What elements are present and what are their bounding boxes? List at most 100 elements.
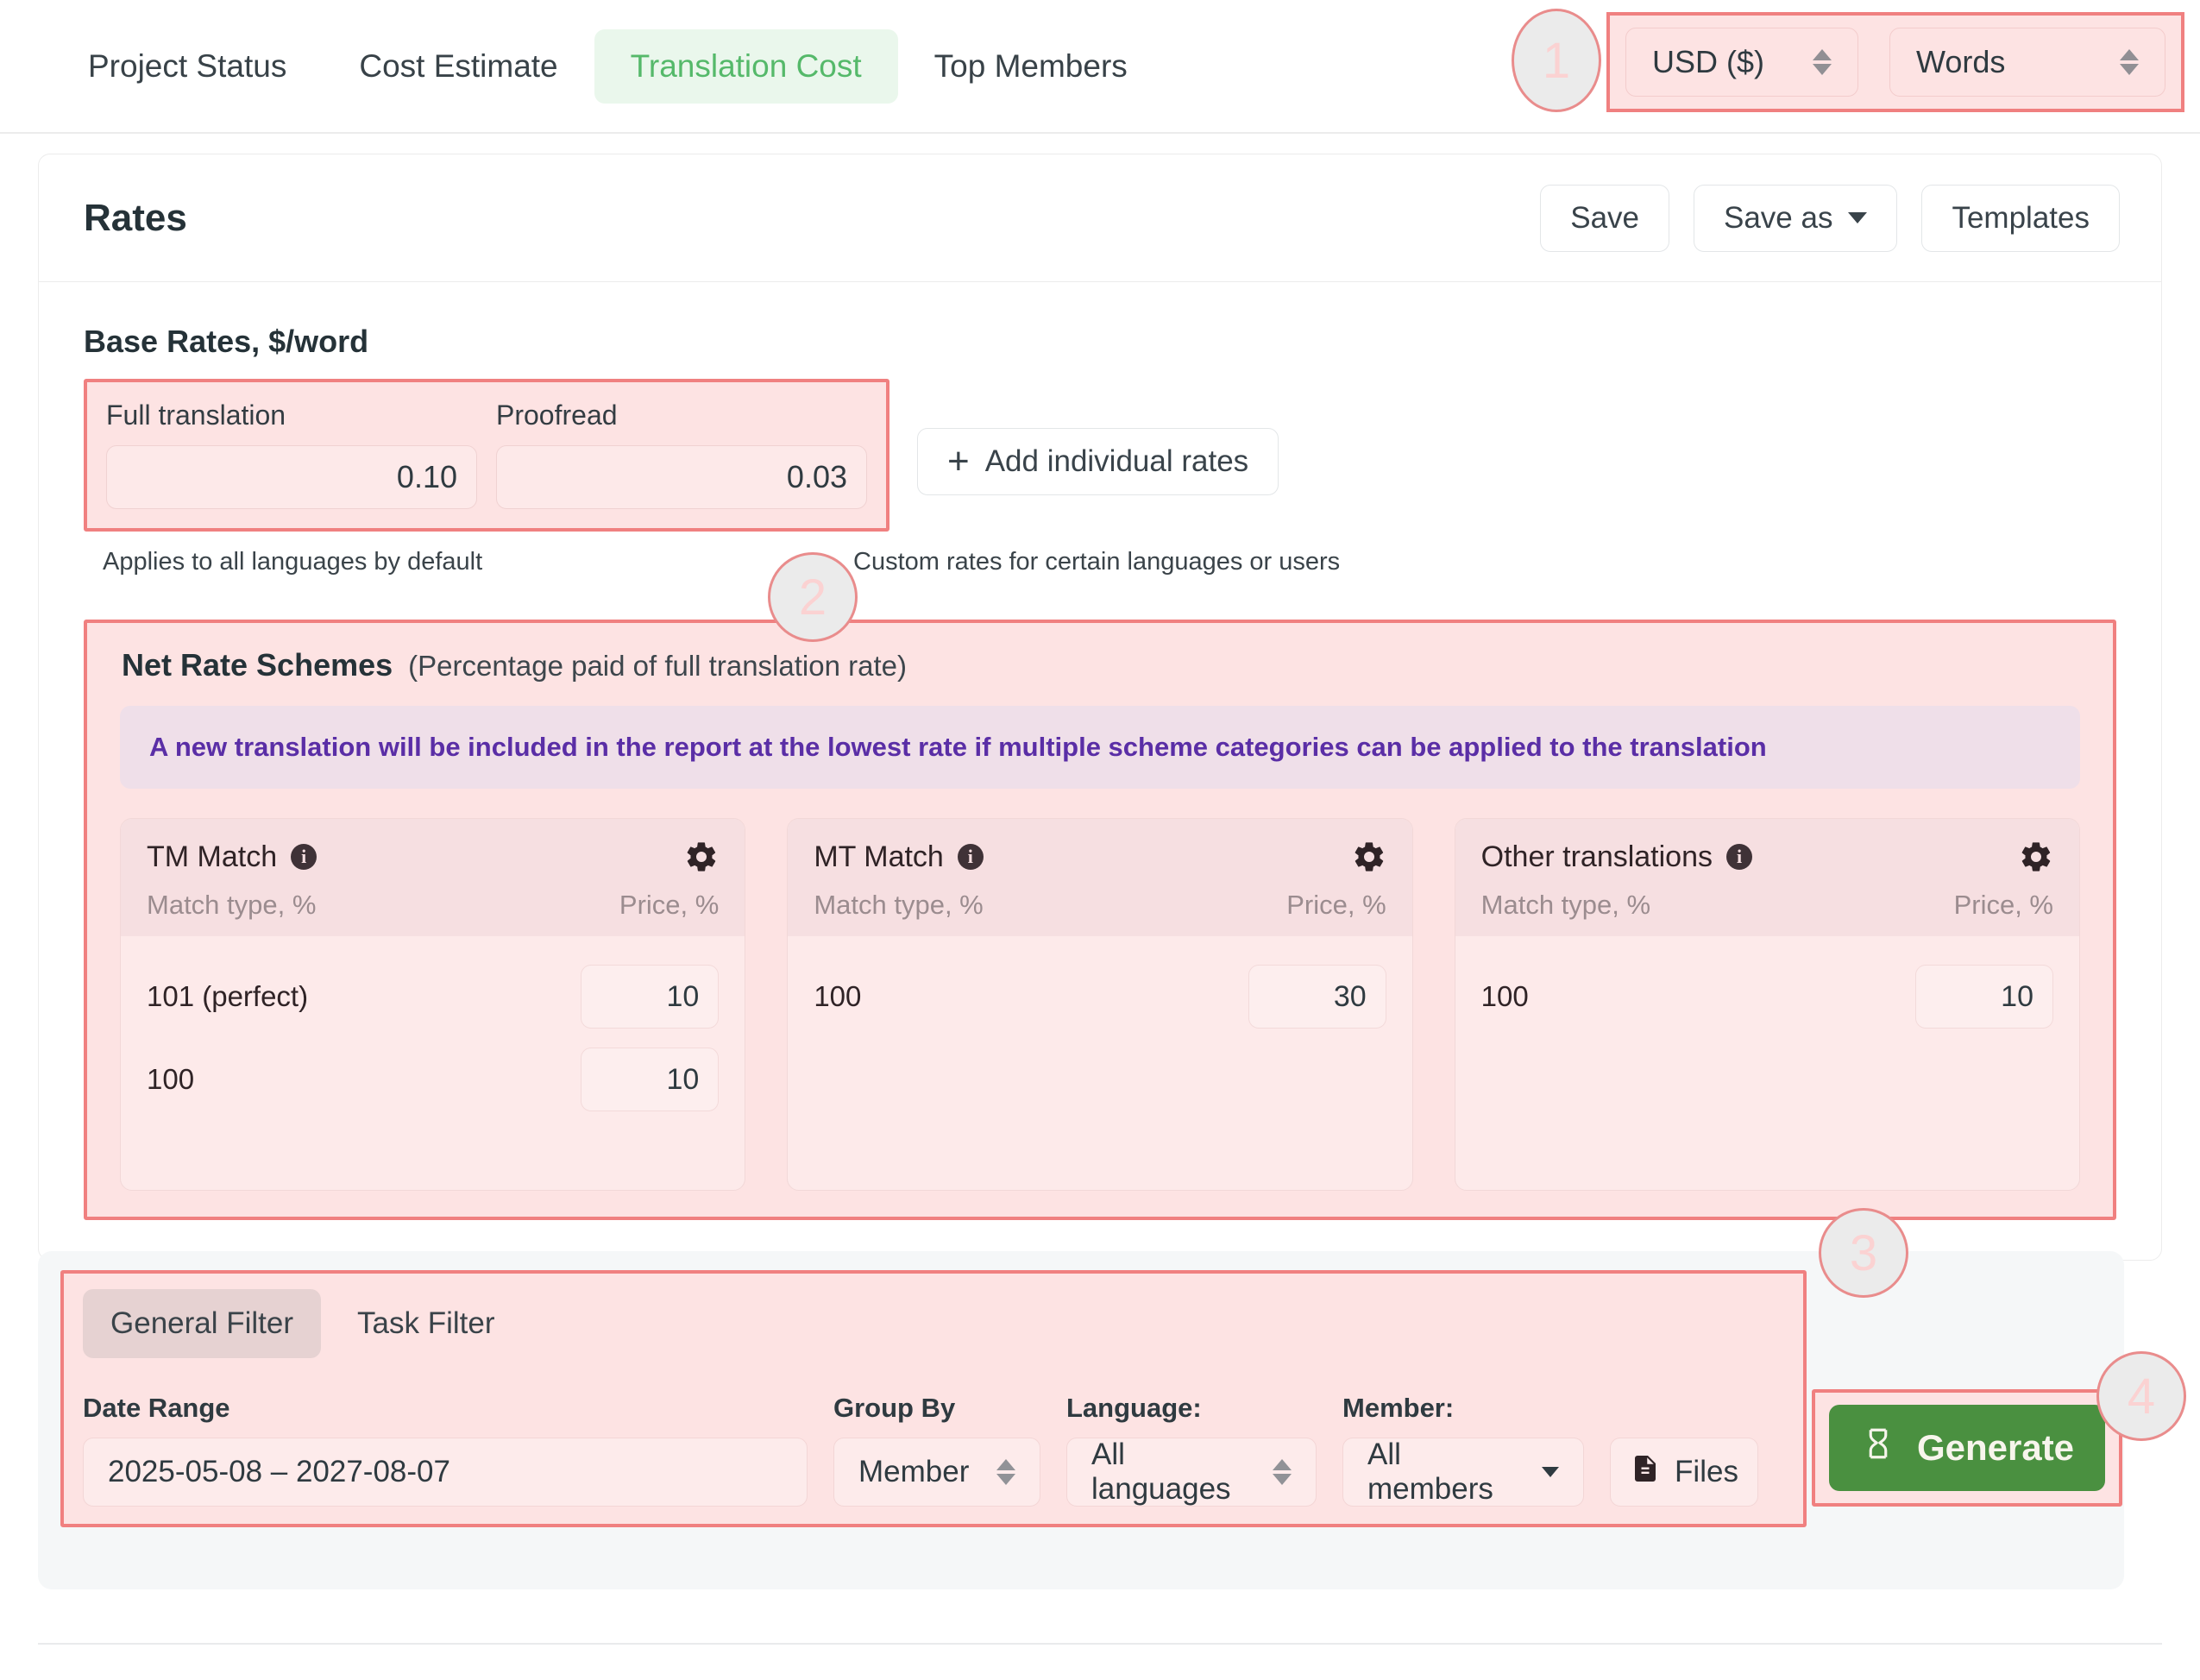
info-icon[interactable]: i (1726, 844, 1753, 870)
scheme-card-tm-match: TM Match i Match type, % Price, % 101 (p… (120, 818, 746, 1191)
member-group: Member: All members (1342, 1393, 1584, 1507)
plus-icon: + (947, 440, 970, 483)
scheme-title-group: TM Match i (147, 840, 317, 874)
tab-general-filter[interactable]: General Filter (83, 1289, 322, 1358)
generate-highlight: Generate (1812, 1389, 2122, 1507)
units-value: Words (1916, 44, 2006, 79)
chevron-updown-icon (1813, 49, 1832, 75)
col-price: Price, % (1953, 890, 2053, 920)
rates-header-actions: Save Save as Templates (1540, 184, 2120, 252)
gear-icon[interactable] (1352, 840, 1386, 874)
currency-units-highlight: USD ($) Words (1606, 12, 2184, 112)
rates-card: Rates Save Save as Templates Base Rates,… (38, 154, 2162, 1261)
member-label: Member: (1342, 1393, 1455, 1423)
units-select[interactable]: Words (1889, 28, 2165, 97)
col-price: Price, % (1286, 890, 1386, 920)
scheme-name-label: TM Match (147, 840, 278, 873)
net-rate-schemes-header: Net Rate Schemes (Percentage paid of ful… (122, 647, 2090, 683)
files-button[interactable]: Files (1610, 1438, 1758, 1507)
tab-project-status[interactable]: Project Status (52, 29, 323, 104)
save-button[interactable]: Save (1540, 184, 1669, 252)
scheme-column-headers: Match type, % Price, % (147, 890, 719, 921)
templates-label: Templates (1952, 200, 2090, 235)
scheme-card-header: MT Match i Match type, % Price, % (788, 819, 1412, 936)
tab-top-members[interactable]: Top Members (898, 29, 1164, 104)
scheme-card-mt-match: MT Match i Match type, % Price, % 100 30 (787, 818, 1413, 1191)
step-badge-4: 4 (2096, 1351, 2186, 1441)
filter-fields: Date Range 2025-05-08 – 2027-08-07 Group… (83, 1393, 1784, 1507)
scheme-name-label: Other translations (1480, 840, 1713, 873)
price-input[interactable]: 10 (581, 1048, 720, 1111)
individual-rates-caption: Custom rates for certain languages or us… (853, 548, 1341, 576)
step-badge-2: 2 (768, 552, 858, 642)
group-by-group: Group By Member (833, 1393, 1040, 1507)
filter-highlight: General Filter Task Filter Date Range 20… (60, 1270, 1807, 1527)
col-match-type: Match type, % (1480, 890, 1651, 920)
date-range-input[interactable]: 2025-05-08 – 2027-08-07 (83, 1438, 808, 1507)
group-by-label: Group By (833, 1393, 956, 1423)
match-type-value: 100 (814, 980, 862, 1012)
full-translation-field: Full translation 0.10 (106, 400, 477, 509)
date-range-label: Date Range (83, 1393, 230, 1423)
col-price: Price, % (619, 890, 720, 920)
tab-cost-estimate[interactable]: Cost Estimate (323, 29, 594, 104)
currency-select[interactable]: USD ($) (1625, 28, 1858, 97)
chevron-updown-icon (2120, 49, 2139, 75)
price-input[interactable]: 10 (581, 965, 720, 1029)
info-icon[interactable]: i (957, 844, 984, 870)
filter-tab-list: General Filter Task Filter (83, 1289, 1784, 1358)
col-match-type: Match type, % (814, 890, 984, 920)
templates-button[interactable]: Templates (1921, 184, 2120, 252)
base-rates-highlight: Full translation 0.10 Proofread 0.03 (84, 379, 889, 532)
file-icon (1630, 1453, 1661, 1492)
scheme-card-other-translations: Other translations i Match type, % Price… (1454, 818, 2080, 1191)
hourglass-icon (1860, 1425, 1896, 1470)
proofread-input[interactable]: 0.03 (496, 445, 867, 509)
language-value: All languages (1091, 1438, 1231, 1506)
add-individual-rates-label: Add individual rates (984, 444, 1249, 478)
net-rate-schemes-note: A new translation will be included in th… (120, 706, 2080, 789)
net-rate-schemes-title: Net Rate Schemes (122, 647, 393, 683)
generate-label: Generate (1916, 1427, 2075, 1468)
group-by-select[interactable]: Member (833, 1438, 1040, 1507)
scheme-row: 100 30 (814, 955, 1386, 1038)
generate-button[interactable]: Generate (1829, 1405, 2105, 1491)
save-as-label: Save as (1724, 200, 1833, 235)
add-individual-rates-wrap: + Add individual rates (917, 379, 1279, 495)
files-label: Files (1675, 1455, 1738, 1488)
match-type-value: 100 (147, 1063, 195, 1095)
save-label: Save (1570, 200, 1639, 235)
gear-icon[interactable] (684, 840, 719, 874)
save-as-button[interactable]: Save as (1694, 184, 1898, 252)
scheme-rows: 101 (perfect) 10 100 10 (121, 936, 745, 1147)
bottom-divider (38, 1643, 2162, 1645)
page-title: Rates (84, 196, 187, 239)
gear-icon[interactable] (2019, 840, 2053, 874)
add-individual-rates-button[interactable]: + Add individual rates (917, 428, 1279, 495)
scheme-card-grid: TM Match i Match type, % Price, % 101 (p… (120, 818, 2080, 1191)
full-translation-label: Full translation (106, 400, 286, 431)
files-group: Files (1610, 1438, 1758, 1507)
net-rate-schemes-highlight: Net Rate Schemes (Percentage paid of ful… (84, 620, 2116, 1220)
match-type-value: 101 (perfect) (147, 980, 309, 1012)
info-icon[interactable]: i (291, 844, 317, 870)
scheme-row: 100 10 (147, 1038, 720, 1121)
tab-translation-cost[interactable]: Translation Cost (594, 28, 898, 104)
price-input[interactable]: 10 (1914, 965, 2053, 1029)
step-badge-1: 1 (1512, 9, 1601, 112)
scheme-row: 101 (perfect) 10 (147, 955, 720, 1038)
currency-value: USD ($) (1652, 44, 1765, 79)
top-tab-bar: Project Status Cost Estimate Translation… (0, 0, 2200, 134)
member-select[interactable]: All members (1342, 1438, 1584, 1507)
scheme-column-headers: Match type, % Price, % (814, 890, 1386, 921)
proofread-label: Proofread (496, 400, 618, 431)
rates-body: Base Rates, $/word Full translation 0.10… (39, 282, 2161, 1260)
chevron-down-icon (1542, 1467, 1559, 1477)
price-input[interactable]: 30 (1248, 965, 1386, 1029)
language-select[interactable]: All languages (1066, 1438, 1317, 1507)
proofread-field: Proofread 0.03 (496, 400, 867, 509)
net-rate-schemes-subtitle: (Percentage paid of full translation rat… (408, 650, 907, 682)
date-range-group: Date Range 2025-05-08 – 2027-08-07 (83, 1393, 808, 1507)
full-translation-input[interactable]: 0.10 (106, 445, 477, 509)
tab-task-filter[interactable]: Task Filter (330, 1289, 522, 1358)
